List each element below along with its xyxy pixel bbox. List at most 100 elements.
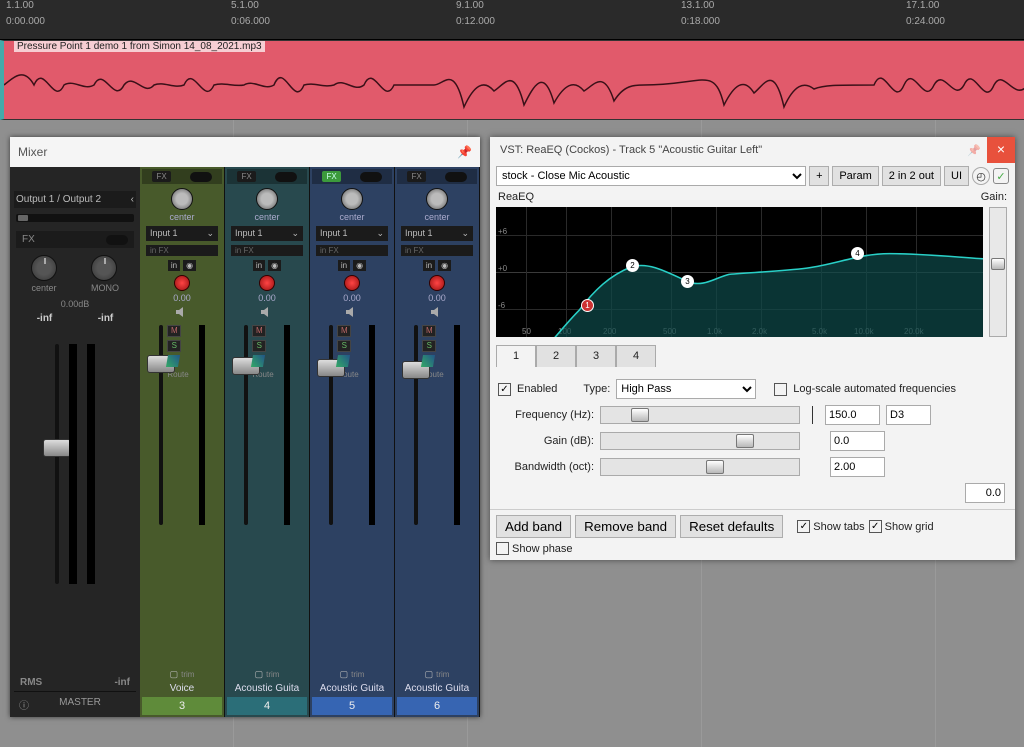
- route-icon[interactable]: [421, 355, 435, 367]
- record-arm-button[interactable]: [344, 275, 360, 291]
- fx-button[interactable]: FX: [407, 171, 425, 182]
- pan-knob[interactable]: [256, 188, 278, 210]
- fx-button[interactable]: FX: [322, 171, 340, 182]
- band-tab-3[interactable]: 3: [576, 345, 616, 367]
- note-input[interactable]: [886, 405, 931, 425]
- track-name[interactable]: Voice: [142, 680, 222, 697]
- bw-input[interactable]: [830, 457, 885, 477]
- track-name[interactable]: Acoustic Guita: [312, 680, 392, 697]
- record-arm-button[interactable]: [174, 275, 190, 291]
- record-arm-button[interactable]: [429, 275, 445, 291]
- master-fx-button[interactable]: FX: [16, 231, 134, 248]
- pan-knob[interactable]: [171, 188, 193, 210]
- fx-bypass-toggle[interactable]: [106, 235, 128, 245]
- remove-band-button[interactable]: Remove band: [575, 515, 676, 538]
- enabled-checkbox[interactable]: ✓: [498, 383, 511, 396]
- band-tab-2[interactable]: 2: [536, 345, 576, 367]
- input-select[interactable]: Input 1⌄: [146, 226, 218, 241]
- eq-graph[interactable]: +6 +0 -6 50 100 200 500 1.0k 2.0k 5.0k 1…: [496, 207, 983, 337]
- eq-band-2[interactable]: 2: [626, 259, 639, 272]
- preset-select[interactable]: stock - Close Mic Acoustic: [496, 166, 806, 186]
- solo-button[interactable]: S: [167, 340, 181, 352]
- input-select[interactable]: Input 1⌄: [401, 226, 473, 241]
- clock-icon[interactable]: ◴: [972, 167, 990, 185]
- mono-knob[interactable]: [91, 255, 117, 281]
- input-mon-icon[interactable]: ◉: [353, 260, 366, 271]
- in-button[interactable]: in: [423, 260, 435, 271]
- master-fader[interactable]: [55, 344, 59, 584]
- gain-slider[interactable]: [989, 207, 1007, 337]
- logscale-checkbox[interactable]: [774, 383, 787, 396]
- pan-knob[interactable]: [31, 255, 57, 281]
- input-mon-icon[interactable]: ◉: [183, 260, 196, 271]
- route-icon[interactable]: [166, 355, 180, 367]
- track-number[interactable]: 3: [142, 697, 222, 715]
- pin-icon[interactable]: 📌: [967, 144, 981, 157]
- track-fader[interactable]: [159, 325, 163, 525]
- master-gain-field[interactable]: [965, 483, 1005, 503]
- track-fader[interactable]: [244, 325, 248, 525]
- trim-icon[interactable]: ▢: [170, 669, 179, 680]
- in-button[interactable]: in: [338, 260, 350, 271]
- in-button[interactable]: in: [168, 260, 180, 271]
- band-tab-1[interactable]: 1: [496, 345, 536, 367]
- solo-button[interactable]: S: [337, 340, 351, 352]
- enabled-check[interactable]: ✓: [993, 168, 1009, 184]
- freq-input[interactable]: [825, 405, 880, 425]
- master-hw-slider[interactable]: [16, 214, 134, 222]
- mute-button[interactable]: M: [167, 325, 181, 337]
- close-button[interactable]: ×: [987, 137, 1015, 163]
- mixer-titlebar[interactable]: Mixer 📌: [10, 137, 480, 167]
- fx-bypass-toggle[interactable]: [190, 172, 212, 182]
- ui-button[interactable]: UI: [944, 166, 969, 186]
- show-tabs-checkbox[interactable]: ✓: [797, 520, 810, 533]
- input-mon-icon[interactable]: ◉: [438, 260, 451, 271]
- fx-bypass-toggle[interactable]: [360, 172, 382, 182]
- track-number[interactable]: 6: [397, 697, 477, 715]
- gain-input[interactable]: [830, 431, 885, 451]
- route-icon[interactable]: [251, 355, 265, 367]
- bw-slider[interactable]: [600, 458, 800, 476]
- master-output[interactable]: Output 1 / Output 2 ‹: [14, 191, 136, 208]
- trim-icon[interactable]: ▢: [340, 669, 349, 680]
- info-icon[interactable]: ⓘ: [19, 697, 29, 712]
- band-tab-4[interactable]: 4: [616, 345, 656, 367]
- fx-bypass-toggle[interactable]: [445, 172, 467, 182]
- filter-type-select[interactable]: High Pass: [616, 379, 756, 399]
- in-button[interactable]: in: [253, 260, 265, 271]
- mute-button[interactable]: M: [422, 325, 436, 337]
- eq-band-4[interactable]: 4: [851, 247, 864, 260]
- fx-button[interactable]: FX: [237, 171, 255, 182]
- show-grid-checkbox[interactable]: ✓: [869, 520, 882, 533]
- vst-titlebar[interactable]: VST: ReaEQ (Cockos) - Track 5 "Acoustic …: [490, 137, 1015, 163]
- param-button[interactable]: Param: [832, 166, 878, 186]
- track-fader[interactable]: [329, 325, 333, 525]
- trim-icon[interactable]: ▢: [255, 669, 264, 680]
- gain-row-slider[interactable]: [600, 432, 800, 450]
- fx-button[interactable]: FX: [152, 171, 170, 182]
- pin-icon[interactable]: 📌: [457, 145, 472, 159]
- track-fader[interactable]: [414, 325, 418, 525]
- input-select[interactable]: Input 1⌄: [231, 226, 303, 241]
- solo-button[interactable]: S: [252, 340, 266, 352]
- freq-slider[interactable]: [600, 406, 800, 424]
- mute-button[interactable]: M: [252, 325, 266, 337]
- show-phase-checkbox[interactable]: [496, 542, 509, 555]
- input-mon-icon[interactable]: ◉: [268, 260, 281, 271]
- mute-button[interactable]: M: [337, 325, 351, 337]
- track-number[interactable]: 4: [227, 697, 307, 715]
- trim-icon[interactable]: ▢: [425, 669, 434, 680]
- route-icon[interactable]: [336, 355, 350, 367]
- add-preset-button[interactable]: +: [809, 166, 829, 186]
- reset-defaults-button[interactable]: Reset defaults: [680, 515, 783, 538]
- pan-knob[interactable]: [426, 188, 448, 210]
- chevron-icon[interactable]: ‹: [131, 194, 134, 205]
- add-band-button[interactable]: Add band: [496, 515, 571, 538]
- eq-band-3[interactable]: 3: [681, 275, 694, 288]
- solo-button[interactable]: S: [422, 340, 436, 352]
- track-number[interactable]: 5: [312, 697, 392, 715]
- track-name[interactable]: Acoustic Guita: [227, 680, 307, 697]
- audio-clip[interactable]: Pressure Point 1 demo 1 from Simon 14_08…: [0, 40, 1024, 120]
- track-name[interactable]: Acoustic Guita: [397, 680, 477, 697]
- record-arm-button[interactable]: [259, 275, 275, 291]
